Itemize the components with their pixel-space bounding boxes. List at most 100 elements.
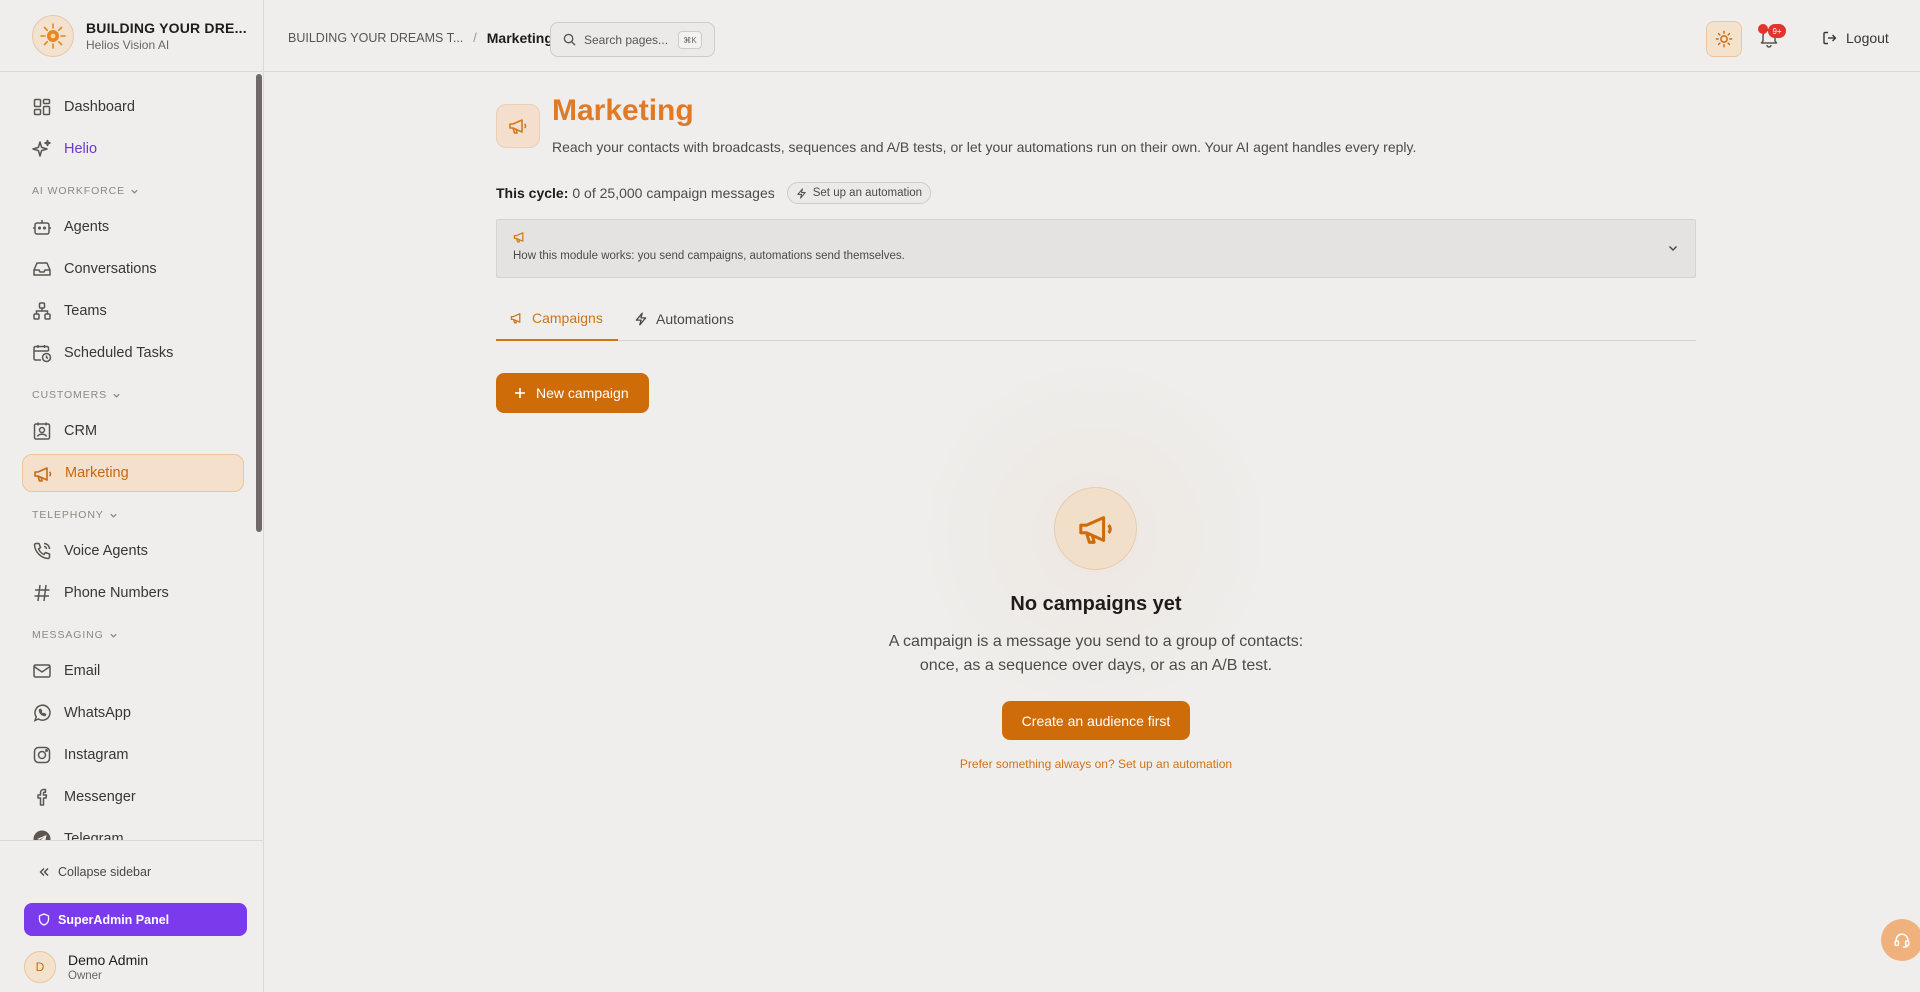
workspace-switcher[interactable]: BUILDING YOUR DRE... Helios Vision AI: [0, 0, 264, 72]
user-name: Demo Admin: [68, 952, 149, 968]
section-customers[interactable]: CUSTOMERS: [32, 382, 256, 408]
sidebar-scrollbar[interactable]: [256, 74, 262, 532]
sidebar-item-label: Dashboard: [64, 99, 135, 115]
sidebar-item-agents[interactable]: Agents: [22, 208, 244, 246]
chevron-down-icon: [110, 513, 117, 518]
tab-campaigns[interactable]: Campaigns: [496, 296, 618, 341]
section-label: AI WORKFORCE: [32, 185, 126, 197]
section-messaging[interactable]: MESSAGING: [32, 622, 256, 648]
sidebar-item-label: Teams: [64, 303, 107, 319]
sidebar-item-whatsapp[interactable]: WhatsApp: [22, 694, 244, 732]
section-ai-workforce[interactable]: AI WORKFORCE: [32, 178, 256, 204]
headset-icon: [1894, 933, 1910, 948]
sidebar-item-label: Telegram: [64, 831, 124, 840]
section-telephony[interactable]: TELEPHONY: [32, 502, 256, 528]
sidebar-item-label: Agents: [64, 219, 110, 235]
sidebar: BUILDING YOUR DRE... Helios Vision AI Da…: [0, 0, 264, 992]
sidebar-item-crm[interactable]: CRM: [22, 412, 244, 450]
plus-icon: [515, 388, 525, 398]
inbox-icon: [33, 262, 51, 276]
sidebar-item-conversations[interactable]: Conversations: [22, 250, 244, 288]
sidebar-item-label: Voice Agents: [64, 543, 148, 559]
support-chat-button[interactable]: [1881, 919, 1920, 961]
hash-icon: [34, 584, 50, 602]
sidebar-item-label: Marketing: [65, 465, 129, 481]
empty-state-description-line: once, as a sequence over days, or as an …: [919, 657, 1273, 674]
sidebar-item-label: WhatsApp: [64, 705, 131, 721]
bot-icon: [33, 220, 51, 235]
user-role: Owner: [68, 970, 102, 982]
cycle-value: 0 of 25,000 campaign messages: [572, 185, 775, 201]
megaphone-icon: [513, 232, 524, 243]
sidebar-item-helio[interactable]: Helio: [22, 130, 244, 168]
sidebar-item-dashboard[interactable]: Dashboard: [22, 88, 244, 126]
calendar-clock-icon: [33, 345, 52, 363]
notifications-button[interactable]: 9+: [1758, 24, 1786, 52]
sidebar-item-label: Email: [64, 663, 101, 679]
search-pages-button[interactable]: Search pages... ⌘K: [550, 22, 715, 57]
user-menu[interactable]: D Demo Admin Owner: [24, 951, 148, 983]
setup-automation-chip[interactable]: Set up an automation: [786, 182, 932, 204]
phone-call-icon: [33, 542, 51, 560]
workspace-name: BUILDING YOUR DRE...: [86, 19, 247, 36]
dashboard-icon: [33, 98, 51, 116]
brand-logo-icon: [32, 14, 74, 57]
breadcrumb-separator: /: [473, 31, 477, 45]
tab-label: Campaigns: [532, 309, 603, 326]
sidebar-item-telegram[interactable]: Telegram: [22, 820, 244, 840]
sidebar-item-label: CRM: [64, 423, 98, 439]
megaphone-icon: [496, 104, 540, 148]
theme-toggle-button[interactable]: [1706, 21, 1742, 57]
sidebar-item-scheduled-tasks[interactable]: Scheduled Tasks: [22, 334, 244, 372]
sidebar-item-marketing[interactable]: Marketing: [22, 454, 244, 492]
notification-dot: [1758, 24, 1768, 34]
sidebar-item-voice-agents[interactable]: Voice Agents: [22, 532, 244, 570]
breadcrumb-workspace[interactable]: BUILDING YOUR DREAMS T...: [288, 31, 463, 45]
zap-icon: [797, 187, 806, 199]
superadmin-panel-button[interactable]: SuperAdmin Panel: [24, 903, 247, 936]
sidebar-item-label: Scheduled Tasks: [64, 345, 174, 361]
sidebar-item-phone-numbers[interactable]: Phone Numbers: [22, 574, 244, 612]
how-it-works-accordion[interactable]: How this module works: you send campaign…: [496, 219, 1696, 278]
logout-icon: [1823, 31, 1837, 45]
empty-state-description: A campaign is a message you send to a gr…: [846, 630, 1346, 678]
how-it-works-text: How this module works: you send campaign…: [513, 250, 905, 262]
sidebar-item-label: Helio: [64, 141, 98, 157]
sparkles-icon: [32, 139, 51, 157]
notification-count-badge: 9+: [1768, 24, 1786, 38]
sidebar-item-email[interactable]: Email: [22, 652, 244, 690]
zap-icon: [635, 312, 647, 325]
chevron-down-icon: [113, 393, 120, 398]
sidebar-item-label: Conversations: [64, 261, 157, 277]
page-title: Marketing: [552, 94, 694, 127]
setup-automation-link[interactable]: Prefer something always on? Set up an au…: [896, 757, 1296, 771]
sidebar-item-instagram[interactable]: Instagram: [22, 736, 244, 774]
sidebar-item-teams[interactable]: Teams: [22, 292, 244, 330]
create-audience-button[interactable]: Create an audience first: [1002, 701, 1190, 740]
logout-label: Logout: [1846, 30, 1889, 46]
megaphone-icon: [1054, 487, 1137, 570]
contact-icon: [33, 422, 51, 440]
collapse-sidebar-button[interactable]: Collapse sidebar: [38, 865, 151, 879]
teams-icon: [33, 302, 51, 320]
instagram-icon: [33, 746, 51, 764]
megaphone-icon: [34, 467, 52, 482]
sidebar-item-messenger[interactable]: Messenger: [22, 778, 244, 816]
logout-button[interactable]: Logout: [1822, 30, 1889, 46]
chevron-down-icon: [110, 633, 117, 638]
sidebar-item-label: Instagram: [64, 747, 129, 763]
new-campaign-button[interactable]: New campaign: [496, 373, 649, 413]
sidebar-item-label: Phone Numbers: [64, 585, 169, 601]
tab-label: Automations: [656, 310, 734, 327]
search-icon: [563, 33, 576, 46]
chevron-down-icon: [131, 189, 138, 194]
section-label: TELEPHONY: [32, 509, 104, 521]
megaphone-icon: [510, 312, 521, 324]
setup-automation-chip-label: Set up an automation: [812, 187, 923, 199]
telegram-icon: [33, 830, 51, 840]
chevrons-left-icon: [39, 868, 49, 876]
tab-automations[interactable]: Automations: [634, 296, 734, 341]
superadmin-panel-label: SuperAdmin Panel: [58, 912, 170, 927]
breadcrumb: BUILDING YOUR DREAMS T... / Marketing: [288, 30, 553, 46]
new-campaign-label: New campaign: [536, 385, 629, 401]
